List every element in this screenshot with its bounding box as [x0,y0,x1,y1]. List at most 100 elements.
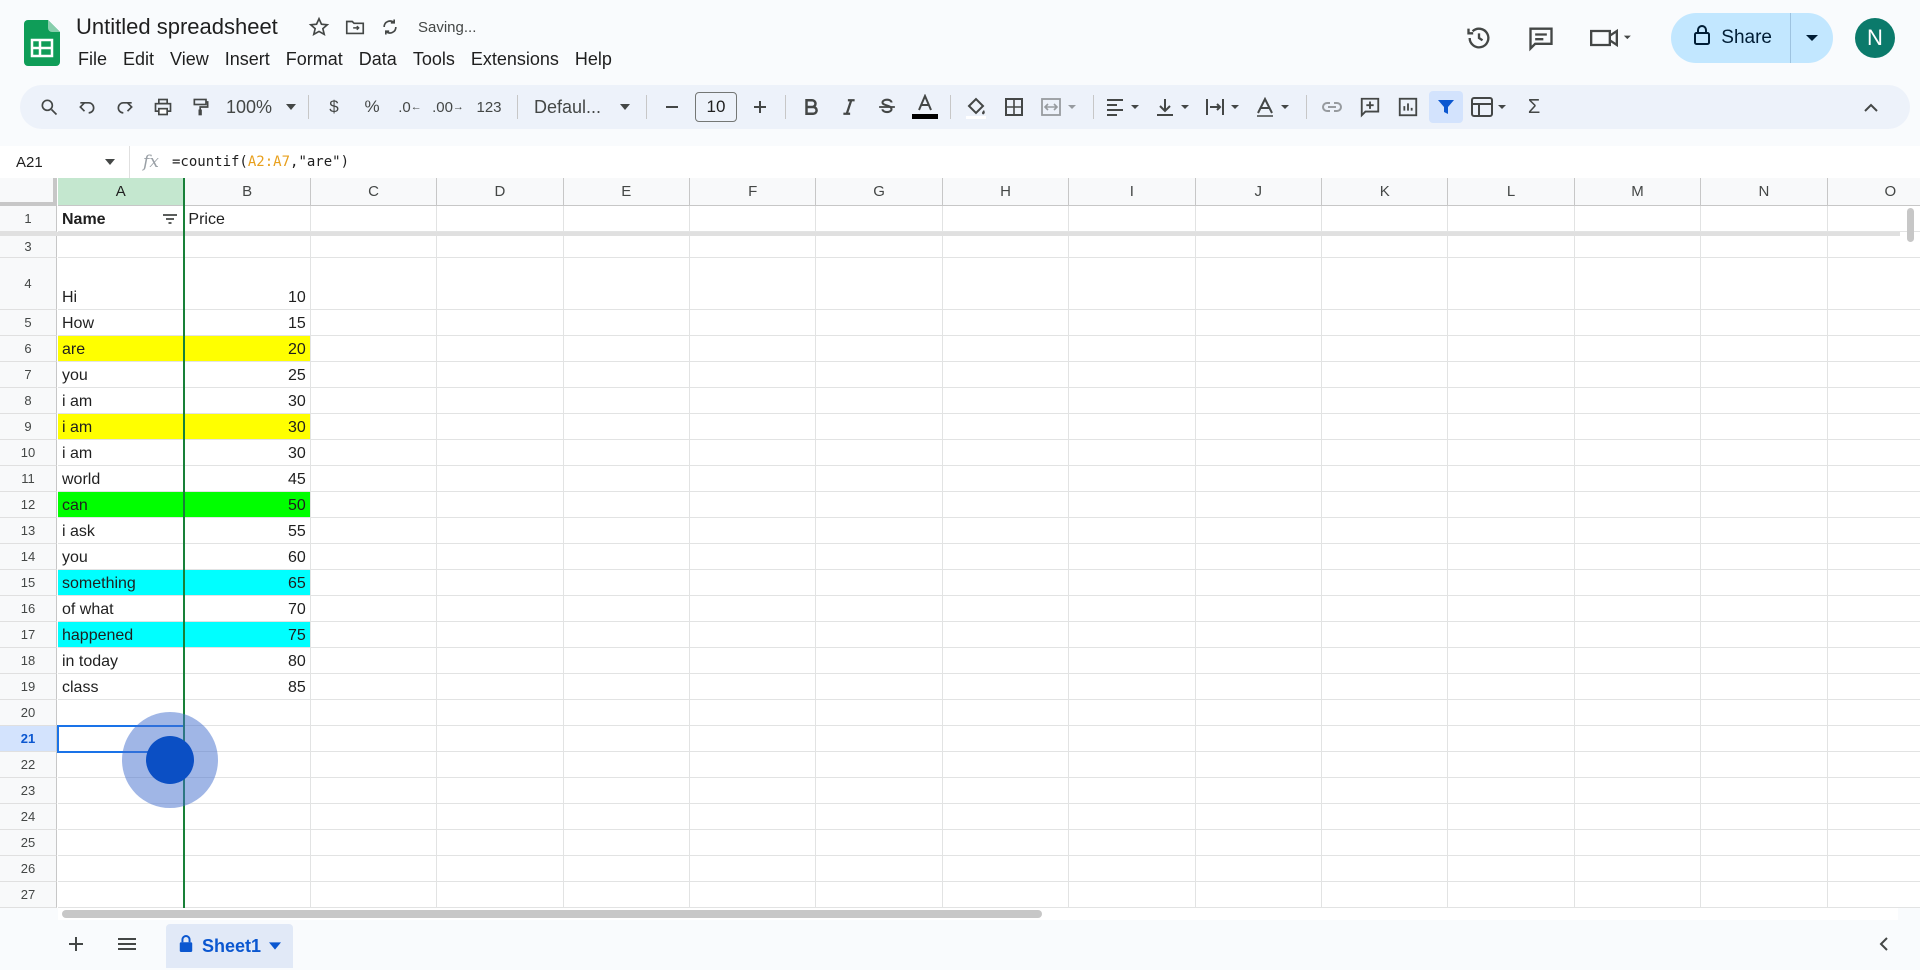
menu-tools[interactable]: Tools [405,46,463,72]
row-header[interactable]: 8 [0,388,57,414]
cell[interactable] [437,414,564,440]
cell[interactable] [437,388,564,414]
cell[interactable] [690,830,817,856]
cell[interactable] [690,752,817,778]
cell[interactable] [1322,492,1449,518]
column-header-b[interactable]: B [184,178,311,206]
cell[interactable] [1322,570,1449,596]
cell[interactable] [437,752,564,778]
cell[interactable] [1574,648,1702,674]
cell[interactable] [1195,492,1322,518]
cell[interactable] [942,544,1070,570]
cell-b25[interactable] [184,830,311,856]
cell[interactable] [1069,362,1196,388]
cell[interactable] [563,206,690,232]
cell[interactable] [563,362,690,388]
cell[interactable] [563,570,690,596]
cell[interactable] [1701,414,1828,440]
cell[interactable] [1701,440,1828,466]
cell-a9[interactable]: i am [58,414,185,440]
share-button[interactable]: Share [1671,13,1791,63]
document-title[interactable]: Untitled spreadsheet [76,14,278,40]
cell[interactable] [1827,544,1920,570]
cell[interactable] [1448,830,1575,856]
cell[interactable] [690,518,817,544]
column-header-o[interactable]: O [1827,178,1920,206]
cell[interactable] [690,258,817,310]
cell[interactable] [1574,388,1702,414]
cell-b12[interactable]: 50 [184,492,311,518]
row-header[interactable]: 6 [0,336,57,362]
all-sheets-icon[interactable] [116,934,138,959]
cell[interactable] [1322,258,1449,310]
cell[interactable] [310,700,438,726]
cell[interactable] [1574,466,1702,492]
redo-icon[interactable] [108,91,142,123]
cell[interactable] [1448,726,1575,752]
cell[interactable] [1322,310,1449,336]
cell[interactable] [310,466,438,492]
cell[interactable] [1322,856,1449,882]
cell[interactable] [1195,648,1322,674]
cell[interactable] [1827,648,1920,674]
cell[interactable] [816,804,943,830]
cell-b16[interactable]: 70 [184,596,311,622]
cell[interactable] [1448,336,1575,362]
cell[interactable] [1574,830,1702,856]
cell[interactable] [1701,648,1828,674]
row-header[interactable]: 10 [0,440,57,466]
cell[interactable] [1195,258,1322,310]
cell[interactable] [563,778,690,804]
column-header-c[interactable]: C [310,178,438,206]
functions-icon[interactable]: Σ [1517,91,1551,123]
cell[interactable] [1574,310,1702,336]
cell[interactable] [1827,882,1920,908]
cell[interactable] [1195,518,1322,544]
row-header[interactable]: 17 [0,622,57,648]
cell[interactable] [1827,466,1920,492]
cell[interactable] [1701,622,1828,648]
cell[interactable] [563,804,690,830]
cell-b4[interactable]: 10 [184,258,311,310]
borders-icon[interactable] [997,91,1031,123]
cell[interactable] [1701,830,1828,856]
cell[interactable] [310,544,438,570]
cell[interactable] [310,362,438,388]
cell-b13[interactable]: 55 [184,518,311,544]
cell[interactable] [1069,310,1196,336]
collapse-sidebar-icon[interactable] [1878,936,1890,957]
cell[interactable] [942,258,1070,310]
cell[interactable] [310,388,438,414]
cell[interactable] [1574,622,1702,648]
cell-b8[interactable]: 30 [184,388,311,414]
collapse-toolbar-icon[interactable] [1854,91,1888,123]
cell[interactable] [1069,258,1196,310]
cell-a25[interactable] [58,830,185,856]
column-header-a[interactable]: A [58,178,185,206]
cell[interactable] [1195,206,1322,232]
cell[interactable] [816,570,943,596]
cell-a18[interactable]: in today [58,648,185,674]
cell[interactable] [690,882,817,908]
cell-a3[interactable] [58,236,185,258]
cell[interactable] [1574,674,1702,700]
cell[interactable] [1069,336,1196,362]
cell[interactable] [310,236,438,258]
cell[interactable] [1195,310,1322,336]
cell[interactable] [437,882,564,908]
menu-edit[interactable]: Edit [115,46,162,72]
cell-a10[interactable]: i am [58,440,185,466]
share-dropdown-icon[interactable] [1791,13,1833,63]
cell[interactable] [563,388,690,414]
vertical-scroll-thumb[interactable] [1907,208,1914,242]
menu-file[interactable]: File [70,46,115,72]
cell[interactable] [816,236,943,258]
cell[interactable] [310,596,438,622]
sheet-tab[interactable]: Sheet1 [166,924,294,968]
cell[interactable] [942,856,1070,882]
italic-icon[interactable] [832,91,866,123]
font-family-select[interactable]: Defaul... [526,91,638,123]
text-rotation-icon[interactable] [1252,91,1298,123]
cell[interactable] [1827,622,1920,648]
cell[interactable] [437,258,564,310]
